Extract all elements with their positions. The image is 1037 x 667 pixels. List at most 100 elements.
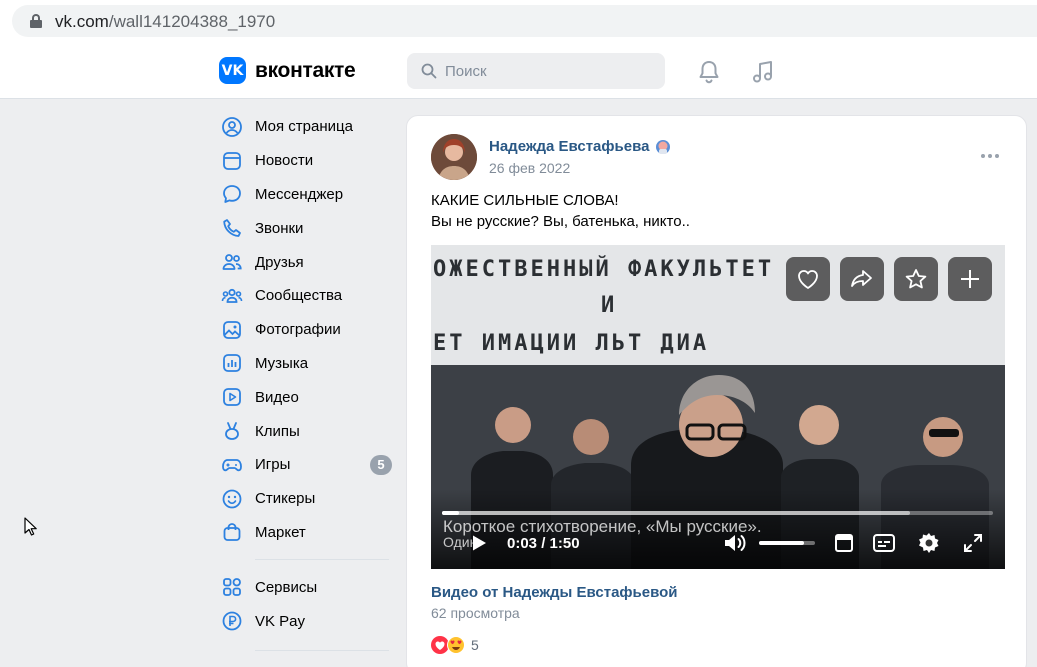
gamepad-icon: [221, 454, 247, 476]
author-avatar[interactable]: [431, 134, 477, 180]
sidebar-item-label: Мессенджер: [255, 185, 344, 203]
sidebar-item-label: Маркет: [255, 523, 306, 541]
sidebar-item-label: Музыка: [255, 354, 309, 372]
sidebar-item-my-page[interactable]: Моя страница: [219, 110, 394, 144]
vkpay-icon: [221, 610, 247, 632]
sidebar-item-photos[interactable]: Фотографии: [219, 313, 394, 347]
heart-eyes-emoji-icon: [447, 636, 465, 654]
music-note-icon[interactable]: [751, 59, 775, 85]
user-circle-icon: [221, 116, 247, 138]
sidebar-item-clips[interactable]: Клипы: [219, 414, 394, 448]
left-sidebar: Моя страница Новости Мессенджер Звонки Д…: [219, 110, 394, 661]
video-icon: [221, 386, 247, 408]
search-box[interactable]: [407, 53, 665, 89]
sidebar-item-label: Видео: [255, 388, 299, 406]
sidebar-item-label: Новости: [255, 152, 314, 170]
video-subtitle: Короткое стихотворение, «Мы русские». Од…: [443, 517, 762, 550]
heart-icon: [798, 270, 818, 289]
sidebar-item-label: Моя страница: [255, 118, 353, 136]
post-text: КАКИЕ СИЛЬНЫЕ СЛОВА! Вы не русские? Вы, …: [431, 190, 690, 232]
search-input[interactable]: [445, 62, 645, 80]
sidebar-item-label: Стикеры: [255, 490, 316, 508]
video-views: 62 просмотра: [431, 605, 520, 621]
sidebar-item-services[interactable]: Сервисы: [219, 570, 394, 604]
share-icon: [851, 270, 872, 287]
add-video-button[interactable]: [948, 257, 992, 301]
bell-icon[interactable]: [697, 59, 721, 85]
lock-icon[interactable]: [30, 14, 42, 28]
mini-player-icon[interactable]: [833, 531, 855, 555]
sidebar-item-calls[interactable]: Звонки: [219, 211, 394, 245]
message-icon: [221, 183, 247, 205]
video-time: 0:03 / 1:50: [507, 535, 580, 552]
sidebar-item-music[interactable]: Музыка: [219, 347, 394, 381]
video-progress-fill: [442, 511, 459, 515]
more-options-icon[interactable]: [981, 154, 999, 158]
volume-slider-fill: [759, 541, 804, 545]
video-banner-text: ЕТ ИМАЦИИ ЛЬТ ДИА: [433, 331, 710, 356]
sidebar-item-label: Звонки: [255, 219, 304, 237]
video-banner-text: ОЖЕСТВЕННЫЙ ФАКУЛЬТЕТ: [433, 257, 775, 282]
subtitles-icon[interactable]: [872, 531, 896, 555]
sidebar-item-video[interactable]: Видео: [219, 380, 394, 414]
favorite-video-button[interactable]: [894, 257, 938, 301]
star-icon: [905, 269, 927, 289]
like-video-button[interactable]: [786, 257, 830, 301]
video-title-link[interactable]: Видео от Надежды Евстафьевой: [431, 584, 678, 601]
sidebar-item-vkpay[interactable]: VK Pay: [219, 604, 394, 638]
sidebar-item-news[interactable]: Новости: [219, 144, 394, 178]
settings-gear-icon[interactable]: [917, 531, 941, 555]
post-date[interactable]: 26 фев 2022: [489, 160, 570, 176]
video-progress-bar[interactable]: [442, 511, 993, 515]
volume-slider[interactable]: [759, 541, 815, 545]
browser-address-bar: vk.com/wall141204388_1970: [0, 0, 1037, 42]
url-field[interactable]: vk.com/wall141204388_1970: [12, 5, 1037, 37]
post-text-line: КАКИЕ СИЛЬНЫЕ СЛОВА!: [431, 192, 619, 209]
music-icon: [221, 352, 247, 374]
post-text-line: Вы не русские? Вы, батенька, никто..: [431, 213, 690, 230]
sidebar-item-market[interactable]: Маркет: [219, 516, 394, 550]
post-card: Надежда Евстафьева 26 фев 2022 КАКИЕ СИЛ…: [406, 115, 1027, 667]
reactions[interactable]: 5: [431, 636, 479, 654]
video-player[interactable]: ОЖЕСТВЕННЫЙ ФАКУЛЬТЕТ И ЕТ ИМАЦИИ ЛЬТ ДИ…: [431, 245, 1005, 569]
author-name: Надежда Евстафьева: [489, 138, 650, 155]
clips-icon: [221, 420, 247, 442]
sidebar-item-label: Сервисы: [255, 578, 318, 596]
sidebar-item-label: Фотографии: [255, 321, 341, 339]
plus-icon: [961, 270, 979, 288]
sidebar-item-friends[interactable]: Друзья: [219, 245, 394, 279]
play-icon[interactable]: [471, 534, 487, 552]
video-subtitle-line: Короткое стихотворение, «Мы русские».: [443, 517, 762, 536]
sidebar-item-communities[interactable]: Сообщества: [219, 279, 394, 313]
sidebar-item-label: VK Pay: [255, 612, 306, 630]
video-buffer-fill: [442, 511, 911, 515]
news-icon: [221, 150, 247, 172]
sidebar-item-games[interactable]: Игры 5: [219, 448, 394, 482]
vk-logo-icon: VK: [219, 57, 246, 84]
url-domain: vk.com: [55, 12, 109, 31]
url-text[interactable]: vk.com/wall141204388_1970: [55, 12, 275, 32]
games-badge: 5: [370, 454, 392, 475]
share-video-button[interactable]: [840, 257, 884, 301]
sidebar-divider: [255, 559, 389, 561]
reactions-count: 5: [471, 637, 479, 653]
author-name-link[interactable]: Надежда Евстафьева: [489, 138, 671, 155]
video-banner-text: И: [601, 293, 618, 318]
url-path: /wall141204388_1970: [108, 12, 276, 31]
sidebar-item-label: Клипы: [255, 422, 300, 440]
bag-icon: [221, 521, 247, 543]
services-icon: [221, 576, 247, 598]
fullscreen-icon[interactable]: [962, 531, 984, 555]
sidebar-item-label: Сообщества: [255, 287, 343, 305]
astronaut-emoji-icon: [656, 139, 671, 154]
friends-icon: [221, 251, 247, 273]
sidebar-divider: [255, 649, 389, 651]
vk-logo[interactable]: VK вконтакте: [219, 57, 356, 84]
phone-icon: [221, 217, 247, 239]
search-icon: [421, 63, 437, 79]
mouse-cursor-icon: [24, 517, 37, 536]
site-header: VK вконтакте: [0, 42, 1037, 99]
sidebar-item-messenger[interactable]: Мессенджер: [219, 178, 394, 212]
sidebar-item-stickers[interactable]: Стикеры: [219, 482, 394, 516]
volume-icon[interactable]: [722, 531, 748, 555]
